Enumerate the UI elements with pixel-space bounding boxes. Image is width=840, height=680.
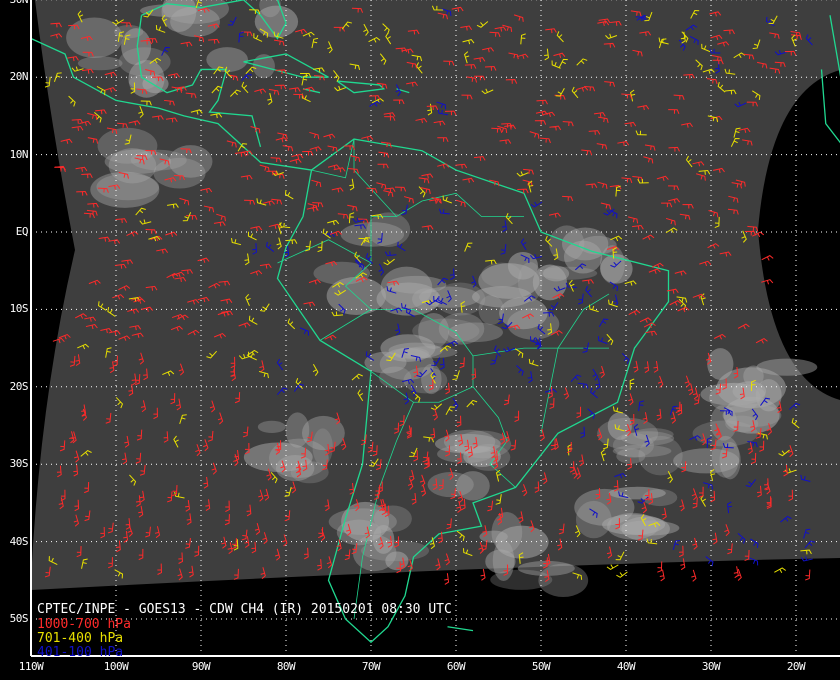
- lat-label: EQ: [15, 225, 29, 238]
- legend-mid-level: 701-400 hPa: [37, 631, 124, 646]
- lon-label: 50W: [531, 660, 551, 673]
- legend-high-level: 401-100 hPa: [37, 645, 124, 660]
- cloud: [421, 363, 442, 395]
- map-title: CPTEC/INPE - GOES13 - CDW CH4 (IR) 20150…: [37, 602, 452, 617]
- cloud: [257, 420, 286, 433]
- cloud: [313, 261, 371, 285]
- lon-label: 40W: [616, 660, 636, 673]
- lat-label: 30S: [9, 457, 29, 471]
- lat-label: 50S: [9, 612, 29, 625]
- cloud: [602, 514, 666, 535]
- satellite-wind-map: [0, 0, 840, 680]
- lon-label: 70W: [361, 660, 381, 673]
- lon-label: 60W: [446, 660, 466, 673]
- lon-label: 100W: [103, 660, 129, 673]
- lat-label: 10N: [9, 147, 29, 161]
- cloud: [478, 263, 540, 299]
- lon-label: 30W: [701, 660, 721, 673]
- cloud: [130, 149, 187, 171]
- legend-low-level: 1000-700 hPa: [37, 617, 131, 632]
- cloud: [563, 240, 603, 274]
- lat-label: 10S: [9, 302, 29, 316]
- cloud: [118, 47, 171, 77]
- cloud: [380, 334, 436, 362]
- lon-label: 110W: [18, 660, 44, 673]
- cloud: [77, 56, 123, 71]
- lat-label: 20N: [9, 70, 29, 84]
- lat-label: 40S: [9, 534, 29, 548]
- lon-label: 90W: [191, 660, 211, 673]
- lat-label: 30N: [2, 0, 29, 6]
- lon-label: 20W: [786, 660, 806, 673]
- lat-label: 20S: [9, 379, 29, 393]
- cloud: [600, 254, 633, 284]
- cloud: [90, 171, 160, 208]
- cloud: [366, 212, 411, 248]
- cloud: [254, 5, 299, 38]
- lon-label: 80W: [276, 660, 296, 673]
- cloud: [206, 47, 249, 73]
